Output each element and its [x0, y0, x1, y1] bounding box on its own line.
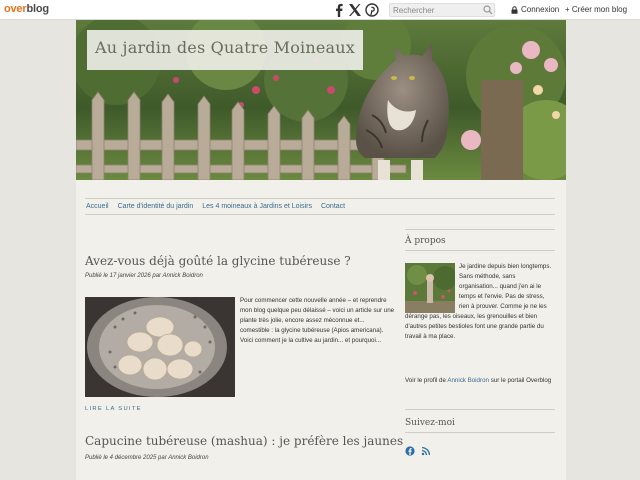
pinterest-icon[interactable] — [365, 3, 379, 17]
site-title[interactable]: Au jardin des Quatre Moineaux — [87, 30, 364, 70]
read-more-link[interactable]: LIRE LA SUITE — [85, 406, 142, 412]
about-text: Je jardine depuis bien longtemps. Sans m… — [405, 262, 555, 342]
search-icon[interactable] — [483, 5, 493, 15]
facebook-icon[interactable] — [332, 3, 346, 17]
header-banner: Au jardin des Quatre Moineaux — [76, 20, 566, 180]
post-thumbnail[interactable] — [85, 297, 235, 397]
rss-icon[interactable] — [421, 446, 431, 456]
post-meta: Publié le 4 décembre 2025 par Annick Boi… — [85, 455, 209, 461]
login-label: Connexion — [521, 5, 560, 14]
nav-item-jardins-loisirs[interactable]: Les 4 moineaux à Jardins et Loisirs — [202, 203, 312, 210]
create-blog-button[interactable]: + Créer mon blog — [565, 5, 627, 14]
profile-link[interactable]: Annick Boidron — [447, 377, 489, 384]
post-author-link[interactable]: Annick Boidron — [168, 455, 208, 461]
post-meta: Publié le 17 janvier 2026 par Annick Boi… — [85, 273, 203, 279]
post-title[interactable]: Avez-vous déjà goûté la glycine tubéreus… — [85, 254, 351, 268]
facebook-icon[interactable] — [405, 446, 415, 456]
post-date: Publié le 4 décembre 2025 par — [85, 455, 167, 461]
logo-part-blog: blog — [26, 3, 49, 15]
blog-page: Au jardin des Quatre Moineaux Accueil Ca… — [76, 20, 566, 480]
nav-item-accueil[interactable]: Accueil — [86, 203, 109, 210]
sidebar-divider — [405, 229, 555, 230]
post-date: Publié le 17 janvier 2026 par — [85, 273, 162, 279]
nav-item-contact[interactable]: Contact — [321, 203, 345, 210]
overblog-logo[interactable]: overblog — [4, 3, 49, 15]
x-twitter-icon[interactable] — [348, 3, 362, 17]
lock-icon — [511, 5, 518, 14]
about-heading: À propos — [405, 236, 555, 251]
profile-suffix: sur le portail Overblog — [490, 377, 552, 384]
profile-prefix: Voir le profil de — [405, 377, 446, 384]
colander-tubers-image — [85, 297, 235, 397]
main-nav: Accueil Carte d'identité du jardin Les 4… — [85, 198, 555, 215]
post-author-link[interactable]: Annick Boidron — [163, 273, 203, 279]
about-text-float-spacer — [405, 262, 459, 312]
overblog-topbar: overblog Rechercher Connexion + Créer mo… — [0, 0, 640, 20]
login-button[interactable]: Connexion — [511, 5, 559, 14]
logo-part-over: over — [4, 3, 27, 15]
sidebar-divider — [405, 409, 555, 410]
nav-item-carte-identite[interactable]: Carte d'identité du jardin — [118, 203, 194, 210]
post-excerpt: Pour commencer cette nouvelle année – et… — [240, 297, 395, 344]
follow-heading: Suivez-moi — [405, 418, 555, 433]
search-input[interactable]: Rechercher — [389, 3, 495, 17]
create-blog-label: + Créer mon blog — [565, 5, 628, 14]
profile-line: Voir le profil de Annick Boidron sur le … — [405, 376, 555, 386]
post-title[interactable]: Capucine tubéreuse (mashua) : je préfère… — [85, 434, 403, 448]
